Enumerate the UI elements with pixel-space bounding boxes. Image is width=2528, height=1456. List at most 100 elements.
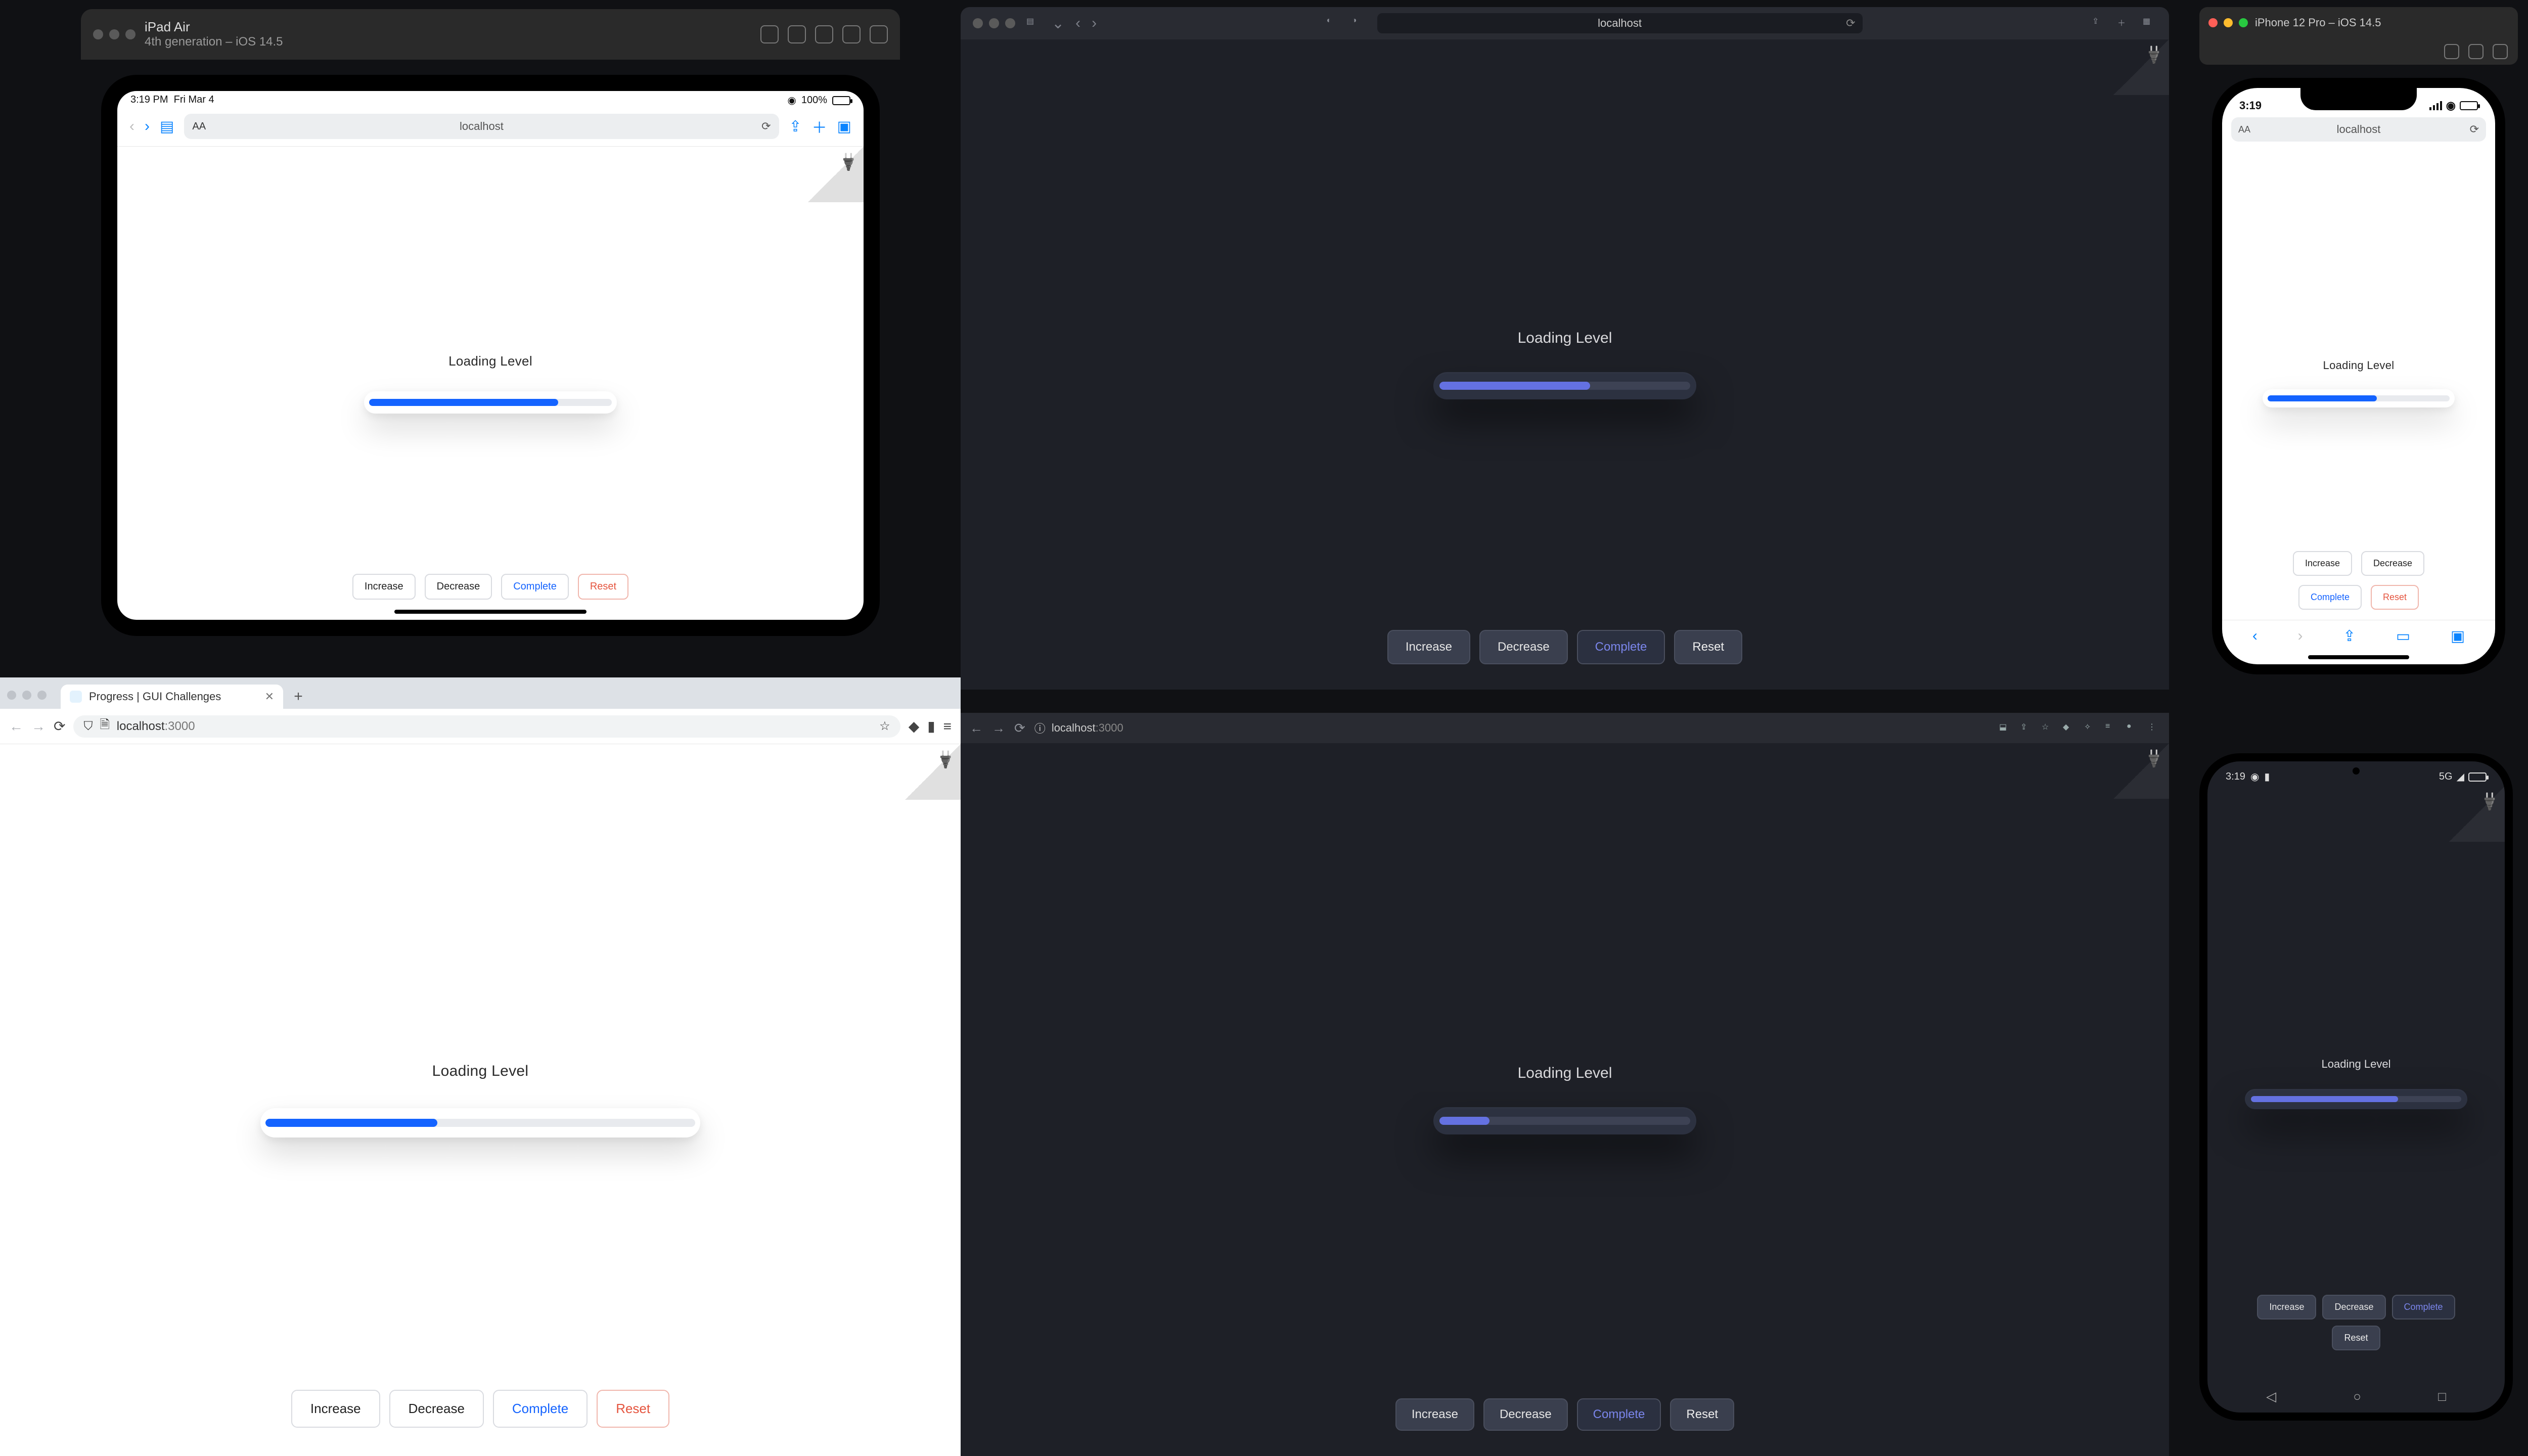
forward-button[interactable]: › (2297, 627, 2303, 645)
tabs-icon[interactable]: ▣ (837, 118, 851, 135)
decrease-button[interactable]: Decrease (2322, 1295, 2385, 1320)
increase-button[interactable]: Increase (1387, 630, 1470, 664)
reset-button[interactable]: Reset (597, 1390, 669, 1428)
reload-button[interactable]: ⟳ (54, 718, 65, 735)
max-dot[interactable] (37, 691, 47, 700)
back-nav[interactable]: ◁ (2266, 1389, 2276, 1404)
sidebar-icon[interactable]: ▤ (160, 118, 174, 135)
reload-icon[interactable]: ⟳ (761, 120, 771, 133)
extension1-icon[interactable]: ◆ (2063, 722, 2075, 734)
complete-button[interactable]: Complete (2298, 585, 2362, 610)
pointer-icon[interactable] (760, 25, 779, 43)
record-icon[interactable] (815, 25, 833, 43)
reader-icon[interactable]: AA (2238, 124, 2250, 135)
newtab-icon[interactable]: ＋ (2117, 16, 2132, 30)
address-bar[interactable]: ⛉ 🗎 localhost:3000 ☆ (73, 715, 900, 738)
star-icon[interactable]: ☆ (879, 719, 890, 734)
increase-button[interactable]: Increase (2257, 1295, 2316, 1320)
install-icon[interactable]: ⬓ (1999, 722, 2011, 734)
devtools-corner-flag[interactable]: 🔌 (808, 147, 864, 202)
max-dot[interactable] (1005, 18, 1015, 28)
share-icon[interactable]: ⇪ (2092, 16, 2106, 30)
increase-button[interactable]: Increase (1395, 1398, 1474, 1431)
forward-button[interactable]: › (145, 118, 150, 135)
home-nav[interactable]: ○ (2353, 1389, 2361, 1404)
newtab-icon[interactable]: ＋ (812, 115, 827, 138)
devtools-corner-flag[interactable]: 🔌 (905, 744, 961, 800)
extension2-icon[interactable]: ≡ (2105, 722, 2117, 734)
close-dot[interactable] (973, 18, 983, 28)
extensions-icon[interactable]: ✧ (2084, 722, 2096, 734)
devtools-corner-flag[interactable]: 🔌 (2113, 743, 2169, 799)
forward-button[interactable]: → (992, 720, 1005, 736)
address-bar[interactable]: AA localhost ⟳ (2231, 117, 2486, 142)
reset-button[interactable]: Reset (578, 574, 628, 600)
decrease-button[interactable]: Decrease (389, 1390, 484, 1428)
close-dot[interactable] (2208, 18, 2218, 27)
address-bar[interactable]: ⓘ localhost:3000 (1034, 718, 1508, 738)
complete-button[interactable]: Complete (501, 574, 569, 600)
menu-icon[interactable]: ≡ (943, 718, 952, 735)
decrease-button[interactable]: Decrease (425, 574, 492, 600)
home-icon[interactable] (842, 25, 861, 43)
min-dot[interactable] (989, 18, 999, 28)
back-button[interactable]: ← (9, 718, 23, 735)
decrease-button[interactable]: Decrease (1479, 630, 1568, 664)
tabs-icon[interactable]: ▦ (2143, 16, 2157, 30)
min-dot[interactable] (22, 691, 31, 700)
complete-button[interactable]: Complete (1577, 1398, 1661, 1431)
reset-button[interactable]: Reset (2332, 1326, 2380, 1350)
back-button[interactable]: ‹ (129, 118, 134, 135)
sidebar-icon[interactable]: ▤ (1026, 16, 1041, 30)
extension2-icon[interactable]: ▮ (927, 718, 935, 735)
rotate-icon[interactable] (2493, 44, 2508, 59)
close-tab-icon[interactable]: ✕ (265, 690, 274, 703)
reload-icon[interactable]: ⟳ (2470, 123, 2479, 136)
screenshot-icon[interactable] (788, 25, 806, 43)
shield-icon[interactable]: ◐ (1327, 16, 1341, 30)
reset-button[interactable]: Reset (1670, 1398, 1734, 1431)
max-dot[interactable] (125, 29, 136, 39)
complete-button[interactable]: Complete (1577, 630, 1665, 664)
home-indicator[interactable] (394, 610, 586, 614)
reader-icon[interactable]: AA (192, 121, 206, 132)
forward-button[interactable]: › (1092, 15, 1097, 32)
site-info-icon[interactable]: 🗎 (100, 716, 109, 737)
extension1-icon[interactable]: ◆ (909, 718, 920, 735)
devtools-corner-flag[interactable]: 🔌 (2113, 39, 2169, 95)
close-dot[interactable] (93, 29, 103, 39)
site-info-icon[interactable]: ⓘ (1034, 720, 1046, 736)
decrease-button[interactable]: Decrease (2361, 551, 2424, 576)
share-icon[interactable]: ⇪ (2343, 627, 2356, 645)
reset-button[interactable]: Reset (1674, 630, 1742, 664)
bookmarks-icon[interactable]: ▭ (2396, 627, 2410, 645)
close-dot[interactable] (7, 691, 16, 700)
devtools-corner-flag[interactable]: 🔌 (2449, 786, 2505, 842)
share-icon[interactable]: ⇪ (789, 118, 802, 135)
browser-tab[interactable]: Progress | GUI Challenges ✕ (61, 685, 283, 709)
back-button[interactable]: ‹ (1075, 15, 1080, 32)
address-bar[interactable]: localhost ⟳ (1377, 13, 1863, 33)
decrease-button[interactable]: Decrease (1483, 1398, 1568, 1431)
rotate-icon[interactable] (870, 25, 888, 43)
reload-icon[interactable]: ⟳ (1846, 17, 1855, 30)
recents-nav[interactable]: □ (2438, 1389, 2446, 1404)
appearance-icon[interactable]: ◑ (1352, 16, 1366, 30)
home-indicator[interactable] (2308, 655, 2409, 659)
increase-button[interactable]: Increase (352, 574, 416, 600)
forward-button[interactable]: → (31, 718, 46, 735)
back-button[interactable]: ‹ (2252, 627, 2258, 645)
back-button[interactable]: ← (970, 720, 983, 736)
increase-button[interactable]: Increase (291, 1390, 380, 1428)
star-icon[interactable]: ☆ (2042, 722, 2054, 734)
reload-button[interactable]: ⟳ (1014, 720, 1025, 736)
new-tab-button[interactable]: + (288, 687, 308, 707)
complete-button[interactable]: Complete (493, 1390, 588, 1428)
tabs-icon[interactable]: ▣ (2451, 627, 2465, 645)
min-dot[interactable] (2224, 18, 2233, 27)
max-dot[interactable] (2239, 18, 2248, 27)
menu-icon[interactable]: ⋮ (2148, 722, 2160, 734)
complete-button[interactable]: Complete (2392, 1295, 2455, 1320)
address-bar[interactable]: AA localhost ⟳ (184, 114, 779, 139)
shield-icon[interactable]: ⛉ (83, 719, 93, 734)
